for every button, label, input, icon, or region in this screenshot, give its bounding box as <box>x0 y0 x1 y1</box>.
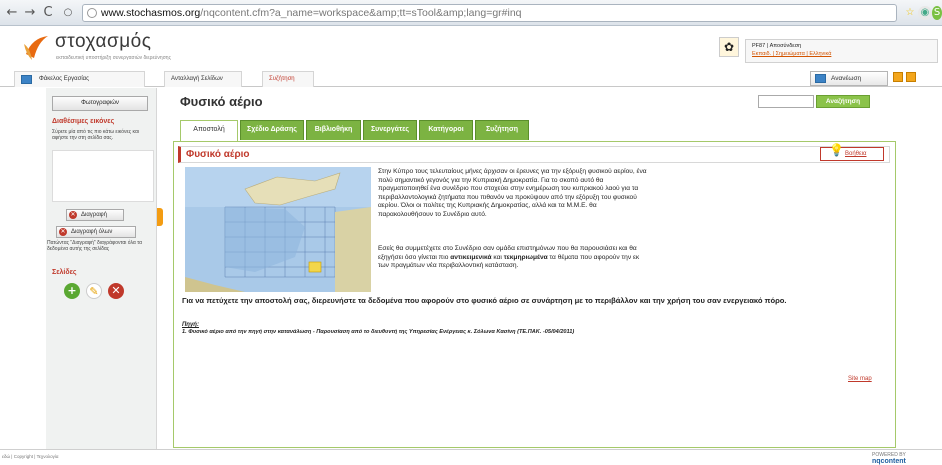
extension-icon-2[interactable]: S <box>932 6 942 20</box>
mission-paragraph-1: Στην Κύπρο τους τελευταίους μήνες άρχισα… <box>378 168 647 218</box>
source-label: Πηγή: <box>182 322 199 328</box>
mission-paragraph-2: Εσείς θα συμμετέχετε στο Συνέδριο σαν ομ… <box>378 245 648 271</box>
search-input[interactable] <box>758 95 814 108</box>
section-header <box>178 146 890 163</box>
reload-icon[interactable]: C <box>40 5 56 21</box>
section-title: Φυσικό αέριο <box>186 149 250 160</box>
sitemap-link[interactable]: Site map <box>848 376 872 382</box>
mission-call-to-action: Για να πετύχετε την αποστολή σας, διερευ… <box>182 296 787 305</box>
lightbulb-icon: 💡 <box>829 143 844 157</box>
delete-all-icon: ✕ <box>59 228 67 236</box>
window-button-2[interactable] <box>906 72 916 82</box>
star-icon[interactable]: ☆ <box>903 6 917 20</box>
para2-text-mid: και <box>491 253 504 261</box>
images-title: Διαθέσιμες εικόνες <box>52 118 115 125</box>
delete-button[interactable]: ✕ Διαγραφή <box>66 209 124 221</box>
tab-library[interactable]: Βιβλιοθήκη <box>306 120 361 140</box>
delete-note: Πατώντας "Διαγραφή" διαγράφονται όλα τα … <box>47 240 142 252</box>
source-citation: 1. Φυσικό αέριο από την πηγή στην κατανά… <box>182 329 575 335</box>
sidebar-collapse-handle[interactable] <box>157 208 163 226</box>
logo-icon <box>24 36 48 60</box>
user-panel: PF87 | Αποσύνδεση Εκπαιδ. | Σημειώματα |… <box>745 39 938 63</box>
tab-page-exchange[interactable]: Ανταλλαγή Σελίδων <box>164 71 242 87</box>
gallery-button[interactable]: Φωτογραφιών <box>52 96 148 111</box>
cyprus-blocks-map <box>185 167 371 292</box>
user-avatar: ✿ <box>719 37 739 57</box>
pencil-icon[interactable]: ✎ <box>86 283 102 299</box>
folder-icon <box>21 75 32 84</box>
delete-icon: ✕ <box>69 211 77 219</box>
help-label: Βοήθεια <box>845 151 867 157</box>
window-button-1[interactable] <box>893 72 903 82</box>
tab-portfolio[interactable]: Φάκελος Εργασίας <box>14 71 145 87</box>
logo-text[interactable]: στοχασμός <box>55 31 151 53</box>
image-drop-area[interactable] <box>52 150 154 202</box>
help-button[interactable]: 💡 Βοήθεια <box>820 143 884 161</box>
plus-icon[interactable]: + <box>64 283 80 299</box>
close-icon[interactable]: ✕ <box>108 283 124 299</box>
refresh-button[interactable]: Ανανέωση <box>810 71 888 86</box>
footer-left-text: εδώ | Copyright | Τεχνολογία <box>2 454 59 459</box>
tab-portfolio-label: Φάκελος Εργασίας <box>39 76 90 82</box>
tab-exchange-label: Ανταλλαγή Σελίδων <box>171 76 223 82</box>
footer-divider <box>0 449 942 450</box>
tab-mission[interactable]: Αποστολή <box>180 120 238 142</box>
footer-brand: POWERED BY nqcontent <box>872 452 938 465</box>
tab-collaborators[interactable]: Συνεργάτες <box>363 120 417 140</box>
page-title: Φυσικό αέριο <box>180 94 263 109</box>
tab-discussion[interactable]: Συζήτηση <box>262 71 314 87</box>
tab-discussion-main[interactable]: Συζήτηση <box>475 120 529 140</box>
home-icon[interactable]: ○ <box>60 5 76 21</box>
url-host: www.stochasmos.org <box>101 7 201 19</box>
tab-discussion-label: Συζήτηση <box>269 76 295 82</box>
para2-bold-1: αντικειμενικά <box>450 253 492 261</box>
pages-title: Σελίδες <box>52 269 77 276</box>
tab-action-plan[interactable]: Σχέδιο Δράσης <box>240 120 304 140</box>
extension-icon[interactable]: ◉ <box>918 6 932 20</box>
forward-arrow-icon[interactable]: → <box>22 5 38 21</box>
site-header: στοχασμός εκπαιδευτική υποστήριξη συνεργ… <box>0 27 942 69</box>
brand-name[interactable]: nqcontent <box>872 458 906 465</box>
search-button[interactable]: Αναζήτηση <box>816 95 870 108</box>
para2-bold-2: τεκμηριωμένα <box>503 253 548 261</box>
images-description: Σύρετε μία από τις πιο κάτω εικόνες και … <box>52 129 139 141</box>
address-bar[interactable]: www.stochasmos.org/nqcontent.cfm?a_name=… <box>82 4 897 22</box>
refresh-label: Ανανέωση <box>831 75 862 82</box>
browser-toolbar: ← → C ○ www.stochasmos.org/nqcontent.cfm… <box>0 0 942 26</box>
url-path: /nqcontent.cfm?a_name=workspace&amp;tt=s… <box>200 7 522 19</box>
delete-all-button[interactable]: ✕ Διαγραφή όλων <box>56 226 136 238</box>
monitor-icon <box>815 74 826 83</box>
delete-label: Διαγραφή <box>81 212 107 218</box>
back-arrow-icon[interactable]: ← <box>4 5 20 21</box>
user-line-1[interactable]: PF87 | Αποσύνδεση <box>752 42 931 50</box>
logo-tagline: εκπαιδευτική υποστήριξη συνεργασιών διερ… <box>56 55 171 61</box>
tab-accused[interactable]: Κατήγοροι <box>419 120 473 140</box>
delete-all-label: Διαγραφή όλων <box>71 229 113 235</box>
page-info-icon[interactable] <box>87 8 97 18</box>
user-links[interactable]: Εκπαιδ. | Σημειώματα | Ελληνικά <box>752 50 931 58</box>
workspace-tabs: Φάκελος Εργασίας Ανταλλαγή Σελίδων Συζήτ… <box>0 69 942 87</box>
